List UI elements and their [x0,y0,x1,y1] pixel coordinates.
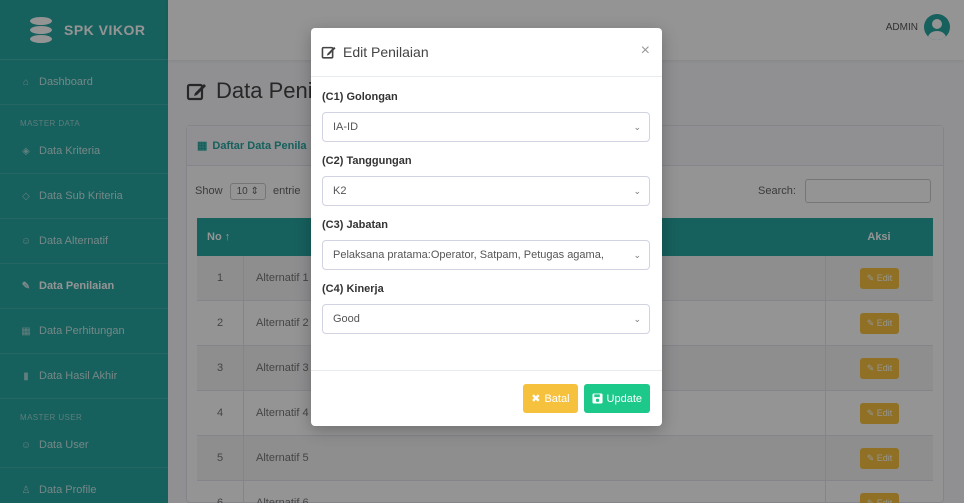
kinerja-label: (C4) Kinerja [322,283,384,295]
edit-penilaian-modal: Edit Penilaian × (C1) Golongan IA-ID ⌄ (… [311,28,662,426]
modal-header: Edit Penilaian × [311,28,662,77]
jabatan-value: Pelaksana pratama:Operator, Satpam, Petu… [333,249,604,261]
chevron-down-icon: ⌄ [633,185,641,196]
save-icon [591,393,603,404]
modal-title: Edit Penilaian [321,44,429,60]
jabatan-label: (C3) Jabatan [322,219,389,231]
golongan-label: (C1) Golongan [322,91,398,103]
chevron-down-icon: ⌄ [633,313,641,324]
times-icon: ✖ [531,393,541,405]
jabatan-select[interactable]: Pelaksana pratama:Operator, Satpam, Petu… [322,240,650,270]
update-label: Update [606,392,642,405]
tanggungan-value: K2 [333,185,347,197]
modal-footer: ✖ Batal Update [311,370,662,426]
golongan-select[interactable]: IA-ID ⌄ [322,112,650,142]
tanggungan-select[interactable]: K2 ⌄ [322,176,650,206]
chevron-down-icon: ⌄ [633,121,641,132]
cancel-label: Batal [544,392,570,405]
kinerja-select[interactable]: Good ⌄ [322,304,650,334]
update-button[interactable]: Update [583,384,650,413]
kinerja-value: Good [333,313,360,325]
chevron-down-icon: ⌄ [633,249,641,260]
golongan-value: IA-ID [333,121,359,133]
edit-icon [321,46,336,59]
cancel-button[interactable]: ✖ Batal [523,384,578,413]
tanggungan-label: (C2) Tanggungan [322,155,412,167]
modal-title-text: Edit Penilaian [343,44,429,60]
modal-body: (C1) Golongan IA-ID ⌄ (C2) Tanggungan K2… [311,77,662,334]
close-icon[interactable]: × [641,42,650,60]
